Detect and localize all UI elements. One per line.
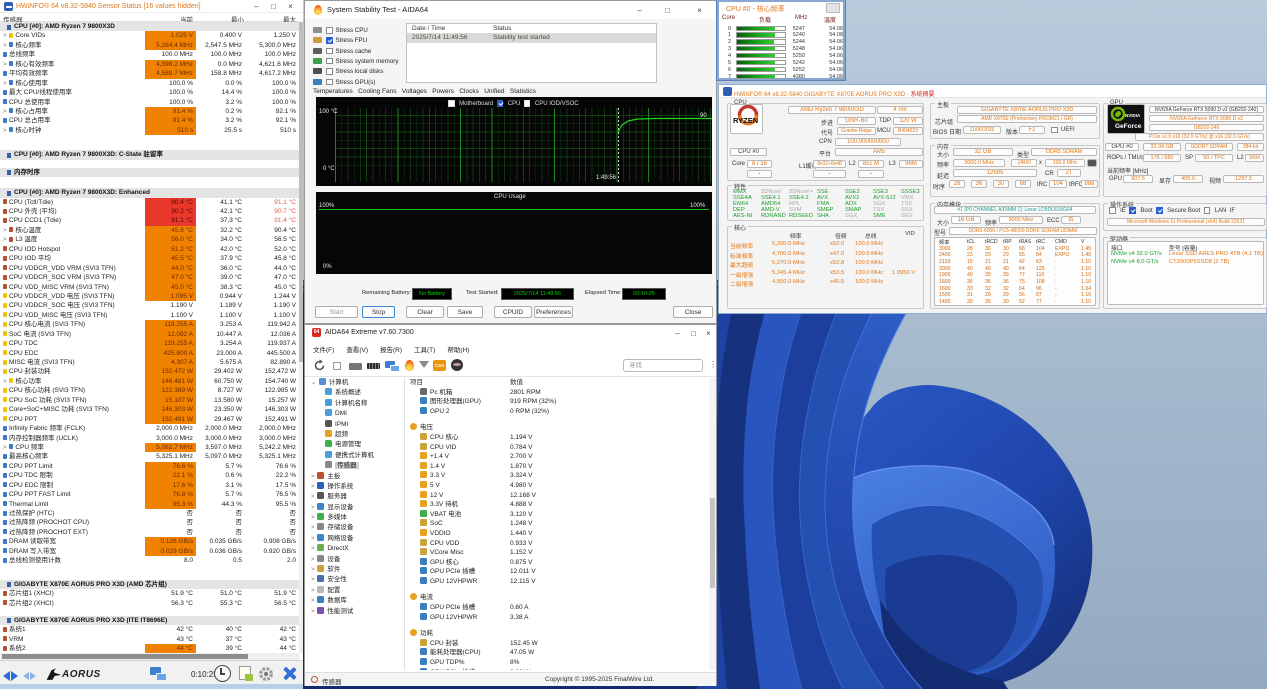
svg-text:NVIDIA: NVIDIA [1125,113,1141,118]
svg-text:RYZEN: RYZEN [733,116,758,125]
svg-text:GeForce: GeForce [1115,123,1142,130]
